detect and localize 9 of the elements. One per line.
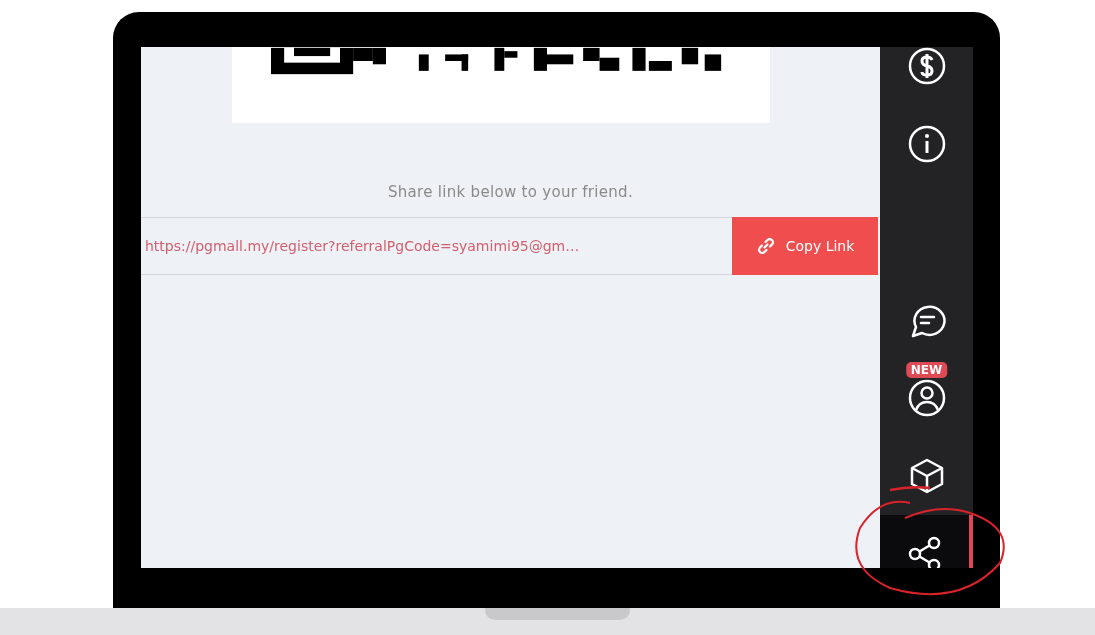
new-badge: NEW [905, 362, 948, 378]
copy-link-button[interactable]: Copy Link [732, 217, 878, 275]
sidebar-item[interactable]: NEW [880, 359, 973, 437]
info-icon [906, 124, 947, 164]
user-icon [906, 378, 947, 418]
share-instruction: Share link below to your friend. [386, 183, 634, 201]
dollar-circle-icon [906, 47, 947, 86]
link-icon [755, 236, 776, 256]
link-field[interactable]: https://pgmall.my/register?referralPgCode=syamimi95@gm… [141, 217, 732, 275]
